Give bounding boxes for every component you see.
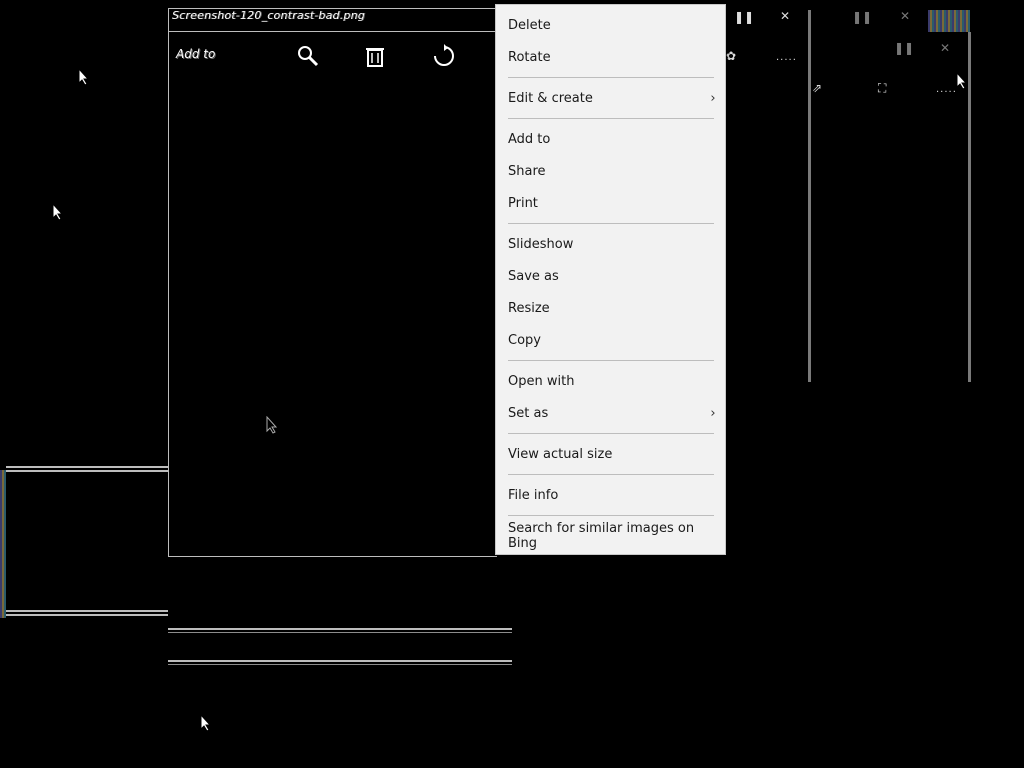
mouse-cursor-icon (78, 68, 90, 86)
menu-item-file-info[interactable]: File info (496, 479, 725, 511)
menu-item-label: Slideshow (508, 236, 574, 252)
window-fragment-line-2 (6, 470, 168, 472)
menu-item-label: Delete (508, 17, 551, 33)
menu-separator (508, 515, 714, 516)
window-fragment-close-icon-3[interactable]: ✕ (940, 42, 950, 54)
window-fragment-line-8 (168, 664, 512, 665)
menu-item-save-as[interactable]: Save as (496, 260, 725, 292)
menu-separator (508, 474, 714, 475)
mouse-cursor-icon-4 (200, 714, 212, 732)
thumbnail-fragment (928, 10, 970, 32)
window-fragment-line-5 (168, 628, 512, 630)
menu-item-label: Set as (508, 405, 549, 421)
window-fragment-pause-icon-3: ❚❚ (894, 41, 915, 55)
menu-item-print[interactable]: Print (496, 187, 725, 219)
more-options-icon[interactable]: ..... (776, 52, 797, 63)
menu-separator (508, 118, 714, 119)
menu-item-label: Copy (508, 332, 541, 348)
menu-item-label: Open with (508, 373, 575, 389)
rotate-icon[interactable] (432, 44, 456, 71)
viewer-title: Screenshot-120_contrast-bad.png (172, 9, 365, 22)
window-edge (808, 10, 811, 382)
fullscreen-icon[interactable]: ⛶ (878, 82, 886, 94)
mouse-cursor-icon-5 (956, 72, 968, 90)
menu-item-set-as[interactable]: Set as › (496, 397, 725, 429)
menu-item-share[interactable]: Share (496, 155, 725, 187)
menu-item-add-to[interactable]: Add to (496, 123, 725, 155)
menu-item-resize[interactable]: Resize (496, 292, 725, 324)
window-edge-2 (968, 32, 971, 382)
menu-item-label: Resize (508, 300, 550, 316)
menu-item-label: Save as (508, 268, 559, 284)
window-fragment-pause-icon: ❚❚ (734, 10, 755, 24)
menu-item-slideshow[interactable]: Slideshow (496, 228, 725, 260)
menu-item-copy[interactable]: Copy (496, 324, 725, 356)
menu-item-label: Add to (508, 131, 551, 147)
window-fragment-close-icon[interactable]: ✕ (780, 10, 790, 22)
menu-item-label: Share (508, 163, 546, 179)
menu-separator (508, 77, 714, 78)
menu-item-rotate[interactable]: Rotate (496, 41, 725, 73)
window-fragment-close-icon-2[interactable]: ✕ (900, 10, 910, 22)
menu-item-label: View actual size (508, 446, 613, 462)
window-fragment-line-3 (6, 610, 168, 612)
delete-icon[interactable] (364, 44, 386, 71)
more-options-icon-2[interactable]: ..... (936, 84, 957, 95)
menu-separator (508, 360, 714, 361)
window-fragment-line-6 (168, 632, 512, 633)
share-icon[interactable]: ⇗ (812, 82, 822, 94)
menu-separator (508, 223, 714, 224)
menu-separator (508, 433, 714, 434)
menu-item-edit-create[interactable]: Edit & create › (496, 82, 725, 114)
photo-viewer-window (168, 8, 497, 557)
window-fragment-edge (0, 470, 6, 618)
window-fragment-line-4 (6, 614, 168, 616)
add-to-button[interactable]: Add to (176, 47, 215, 61)
gear-icon[interactable]: ✿ (726, 50, 736, 62)
menu-item-search-bing[interactable]: Search for similar images on Bing (496, 520, 725, 552)
menu-item-label: Edit & create (508, 90, 593, 106)
menu-item-label: Rotate (508, 49, 551, 65)
zoom-icon[interactable] (296, 44, 320, 71)
menu-item-delete[interactable]: Delete (496, 9, 725, 41)
menu-item-label: Search for similar images on Bing (508, 521, 695, 551)
context-menu: Delete Rotate Edit & create › Add to Shar… (495, 4, 726, 555)
window-fragment-line (6, 466, 168, 468)
menu-item-label: Print (508, 195, 538, 211)
menu-item-open-with[interactable]: Open with (496, 365, 725, 397)
menu-item-view-actual-size[interactable]: View actual size (496, 438, 725, 470)
mouse-cursor-icon-2 (52, 203, 64, 221)
chevron-right-icon: › (710, 405, 716, 421)
window-fragment-line-7 (168, 660, 512, 662)
mouse-cursor-icon-3 (266, 416, 278, 434)
chevron-right-icon: › (710, 90, 716, 106)
window-fragment-pause-icon-2: ❚❚ (852, 10, 873, 24)
menu-item-label: File info (508, 487, 559, 503)
